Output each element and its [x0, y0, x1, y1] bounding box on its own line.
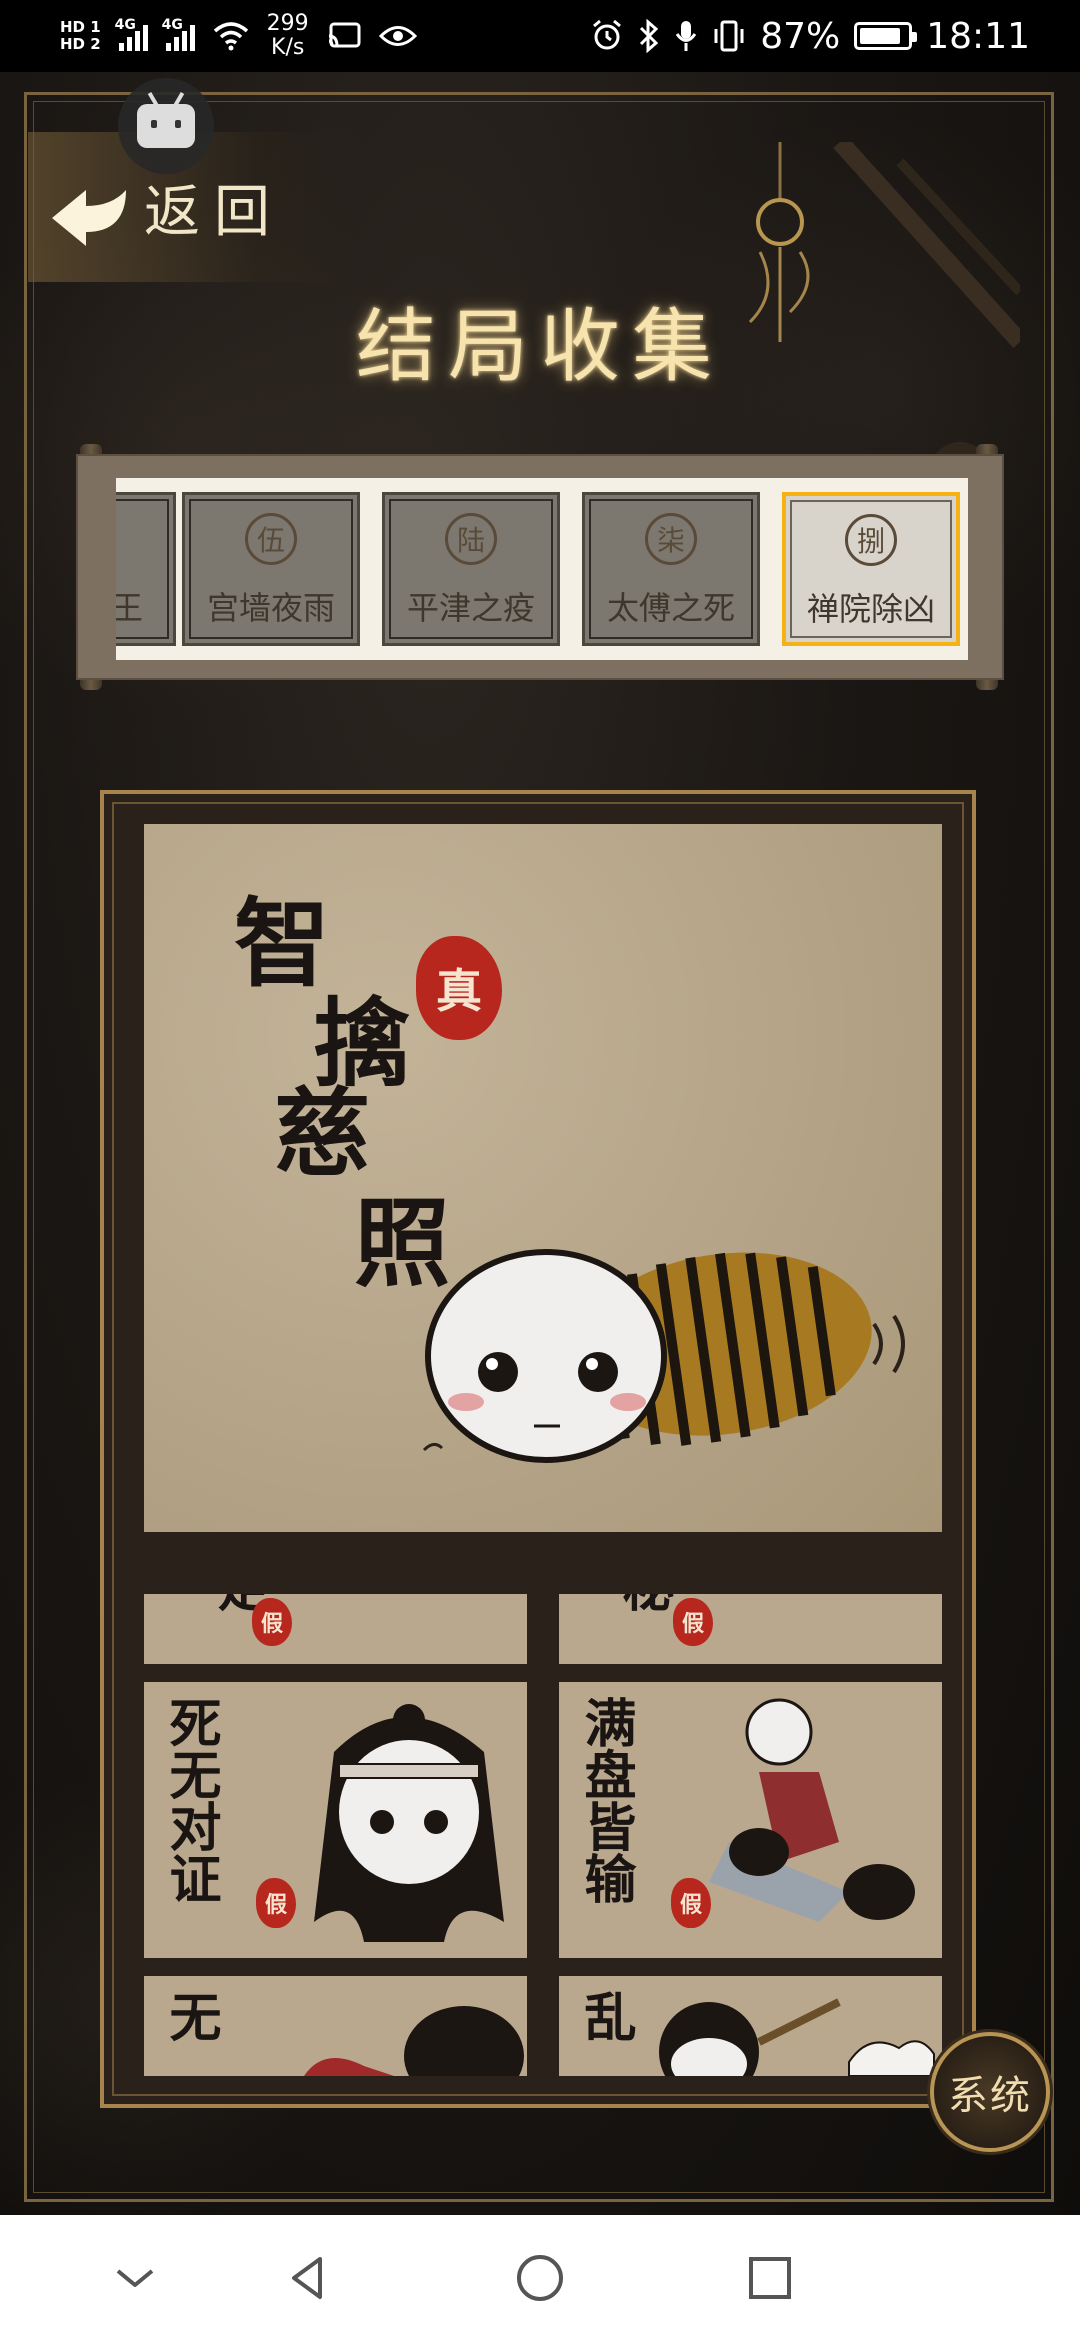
vibrate-icon — [714, 20, 744, 52]
ending-tab-7[interactable]: 柒 太傅之死 — [582, 492, 760, 646]
eye-icon — [378, 26, 417, 46]
endings-scroll: 王 伍 宫墙夜雨 陆 平津之疫 柒 太傅之死 捌 禅院除凶 — [76, 454, 1004, 680]
bluetooth-icon — [640, 19, 659, 53]
battery-icon — [854, 22, 918, 50]
battery-percent: 87% — [760, 15, 841, 57]
ending-tab-8-selected[interactable]: 捌 禅院除凶 — [782, 492, 960, 646]
speed-value: 299 — [266, 11, 309, 36]
endings-tab-strip[interactable]: 王 伍 宫墙夜雨 陆 平津之疫 柒 太傅之死 捌 禅院除凶 — [116, 478, 968, 660]
character-illustration — [304, 2006, 524, 2076]
thumbnail-title: 秘 — [613, 1594, 674, 1612]
ending-thumbnail[interactable]: 满盘皆输 假 — [559, 1682, 942, 1958]
net2-label: 4G — [161, 17, 183, 33]
hd-indicator: HD 1 HD 2 — [60, 19, 101, 53]
ending-tab-6[interactable]: 陆 平津之疫 — [382, 492, 560, 646]
thumbnail-title: 乱 — [575, 1990, 636, 2042]
ending-gallery-panel: 智擒慈照 真 足 假 — [100, 790, 976, 2108]
ending-tab-number: 陆 — [445, 513, 497, 565]
ending-tab-number: 捌 — [845, 514, 897, 566]
hd2-label: HD 2 — [60, 35, 101, 53]
system-label: 系统 — [948, 2073, 1032, 2119]
ending-tab-label: 太傅之死 — [606, 589, 735, 627]
ending-thumbnail[interactable]: 乱 — [559, 1976, 942, 2076]
ending-thumbnail[interactable]: 死无对证 假 — [144, 1682, 527, 1958]
false-ending-seal: 假 — [256, 1878, 296, 1928]
wifi-icon — [213, 22, 248, 51]
system-button[interactable]: 系统 — [930, 2032, 1050, 2152]
ending-tab-5[interactable]: 伍 宫墙夜雨 — [182, 492, 360, 646]
home-circle-icon[interactable] — [515, 2253, 565, 2303]
character-illustration — [314, 1704, 504, 1942]
ending-tab-4[interactable]: 王 — [116, 492, 176, 646]
false-ending-seal: 假 — [252, 1598, 292, 1646]
collapse-chevron-icon[interactable] — [110, 2253, 160, 2303]
featured-ending-card[interactable]: 智擒慈照 真 — [144, 824, 942, 1532]
back-label: 返回 — [144, 179, 284, 245]
navigation-bar — [0, 2215, 1080, 2340]
floating-assistant-icon[interactable] — [118, 78, 214, 174]
thumbnail-title: 无 — [160, 1990, 221, 2042]
cast-icon — [328, 22, 361, 48]
ending-tab-label: 王 — [116, 589, 144, 627]
alarm-icon — [593, 19, 622, 50]
ending-tab-label: 宫墙夜雨 — [206, 589, 335, 627]
recents-square-icon[interactable] — [745, 2253, 795, 2303]
signal-icon: 4G — [115, 17, 148, 51]
status-bar: HD 1 HD 2 4G 4G 299 K/s 87% 18:11 — [0, 0, 1080, 72]
network-speed: 299 K/s — [267, 12, 309, 60]
featured-title-char: 智 — [234, 887, 330, 1000]
character-illustration — [659, 1998, 935, 2076]
ending-thumbnail[interactable]: 足 假 — [144, 1594, 527, 1664]
speed-unit: K/s — [271, 35, 305, 60]
true-ending-seal: 真 — [416, 936, 502, 1040]
microphone-icon — [676, 21, 697, 51]
clock: 18:11 — [926, 15, 1030, 57]
signal-icon: 4G — [162, 17, 195, 51]
featured-title-char: 慈 — [274, 1077, 370, 1190]
ending-tab-number: 柒 — [645, 513, 697, 565]
net1-label: 4G — [114, 17, 136, 33]
thumbnail-title: 死无对证 — [160, 1696, 221, 1904]
page-title: 结局收集 — [356, 300, 724, 393]
game-screen: 返回 结局收集 王 伍 宫墙夜雨 陆 平津之疫 柒 太傅之死 捌 禅院除凶 智 … — [0, 72, 1080, 2215]
hd1-label: HD 1 — [60, 18, 101, 36]
false-ending-seal: 假 — [673, 1598, 713, 1646]
monk-character-illustration — [422, 1249, 905, 1463]
ending-tab-label: 禅院除凶 — [806, 590, 935, 628]
character-illustration — [709, 1698, 915, 1922]
back-triangle-icon[interactable] — [284, 2253, 334, 2303]
back-arrow-icon — [52, 190, 126, 246]
thumbnail-title: 满盘皆输 — [575, 1696, 636, 1904]
ending-tab-number: 伍 — [245, 513, 297, 565]
ending-tab-label: 平津之疫 — [406, 589, 535, 627]
ending-thumbnail[interactable]: 秘 假 — [559, 1594, 942, 1664]
ending-thumbnail[interactable]: 无 — [144, 1976, 527, 2076]
